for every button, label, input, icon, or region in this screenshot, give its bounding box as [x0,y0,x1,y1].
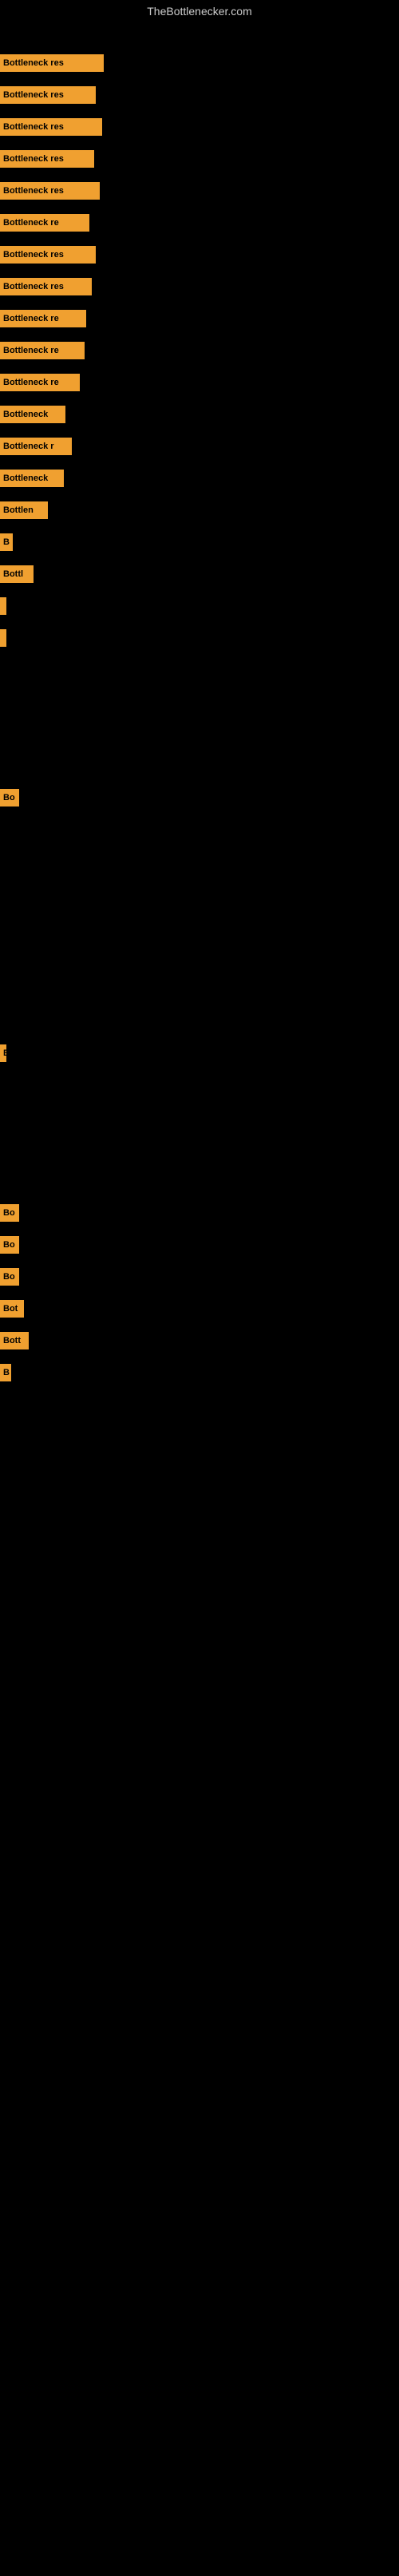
bar-label: Bottleneck res [0,182,100,200]
bar-item: Bo [0,789,19,806]
bar-label: Bo [0,1236,19,1254]
site-title: TheBottlenecker.com [0,0,399,21]
bar-label: Bottleneck re [0,374,80,391]
bar-label: Bottleneck [0,406,65,423]
bar-item: Bottleneck [0,470,64,487]
bar-item: Bottleneck [0,406,65,423]
bar-label: Bottleneck res [0,86,96,104]
chart-area: Bottleneck res Bottleneck res Bottleneck r… [0,37,399,2576]
bar-label: Bottleneck res [0,278,92,295]
bar-item: Bo [0,1268,19,1286]
bar-label: Bottleneck res [0,246,96,264]
bar-label: Bottleneck re [0,310,86,327]
bar-item: Bottleneck r [0,438,72,455]
bar-item: Bott [0,1332,29,1349]
bar-label: Bo [0,1268,19,1286]
bar-label: Bot [0,1300,24,1318]
bar-item [0,629,6,647]
bar-label [0,597,6,615]
bar-item: Bottleneck res [0,182,100,200]
bar-item: Bottl [0,565,34,583]
bar-label: Bottleneck re [0,214,89,232]
bar-item: Bottleneck re [0,342,85,359]
bar-item: Bo [0,1236,19,1254]
bar-label [0,629,6,647]
bar-label: Bo [0,789,19,806]
bar-label: Bottleneck res [0,150,94,168]
bar-item: Bot [0,1300,24,1318]
bar-item: Bottleneck res [0,246,96,264]
bar-item: Bottleneck res [0,278,92,295]
bar-label: B [0,1044,6,1062]
bar-item: Bo [0,1204,19,1222]
bar-item: Bottlen [0,501,48,519]
bar-item: Bottleneck re [0,374,80,391]
bar-item: Bottleneck res [0,86,96,104]
bar-item [0,597,6,615]
bar-item: B [0,533,13,551]
bar-label: Bottleneck res [0,54,104,72]
bar-item: Bottleneck res [0,150,94,168]
bar-item: Bottleneck res [0,118,102,136]
bar-item: Bottleneck re [0,310,86,327]
bar-label: B [0,1364,11,1381]
bar-label: Bottleneck [0,470,64,487]
bar-label: Bottleneck r [0,438,72,455]
bar-label: Bottleneck re [0,342,85,359]
bar-label: Bottl [0,565,34,583]
bar-label: Bottlen [0,501,48,519]
bar-item: Bottleneck res [0,54,104,72]
bar-label: B [0,533,13,551]
bar-item: Bottleneck re [0,214,89,232]
bar-label: Bott [0,1332,29,1349]
bar-label: Bottleneck res [0,118,102,136]
bar-item: B [0,1044,6,1062]
bar-item: B [0,1364,11,1381]
bar-label: Bo [0,1204,19,1222]
